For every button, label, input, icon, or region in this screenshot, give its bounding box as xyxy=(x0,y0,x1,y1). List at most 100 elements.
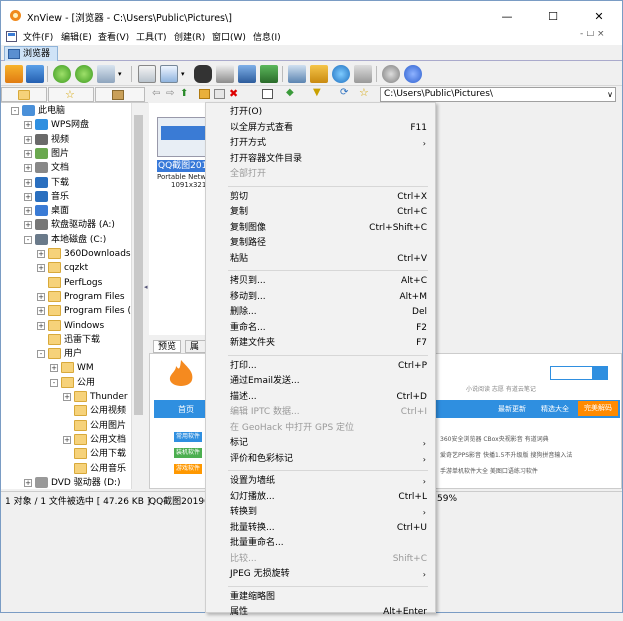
capture-icon[interactable] xyxy=(260,65,278,83)
expand-node-icon[interactable]: + xyxy=(24,135,32,144)
context-menu-item[interactable]: 标记 › xyxy=(206,436,435,452)
expand-node-icon[interactable]: + xyxy=(24,192,32,201)
context-menu-item[interactable]: 描述... Ctrl+D xyxy=(206,390,435,406)
tree-item[interactable]: + 图片 xyxy=(1,147,143,161)
thumbnail-image[interactable] xyxy=(157,117,207,157)
context-menu-item[interactable]: 复制 Ctrl+C xyxy=(206,205,435,221)
tree-item[interactable]: + 文档 xyxy=(1,161,143,175)
new-folder-icon[interactable] xyxy=(199,89,210,99)
web-icon[interactable] xyxy=(332,65,350,83)
context-menu-item[interactable]: 拷贝到... Alt+C xyxy=(206,274,435,290)
menu-edit[interactable]: 编辑(E) xyxy=(61,30,92,43)
tree-item[interactable]: 公用音乐 xyxy=(1,462,143,476)
context-menu-item[interactable]: 重建缩略图 xyxy=(206,590,435,606)
tree-item[interactable]: + 视频 xyxy=(1,133,143,147)
context-menu-item[interactable]: 批量转换... Ctrl+U xyxy=(206,521,435,537)
collapse-node-icon[interactable]: - xyxy=(24,235,32,244)
tree-item[interactable]: PerfLogs xyxy=(1,276,143,290)
tree-item[interactable]: + WM xyxy=(1,361,143,375)
slideshow-dropdown-icon[interactable]: ▾ xyxy=(118,70,122,78)
minimize-button-2[interactable]: — xyxy=(484,1,530,31)
context-menu-item[interactable]: 移动到... Alt+M xyxy=(206,290,435,306)
scrollbar-thumb[interactable] xyxy=(134,115,143,415)
expand-node-icon[interactable]: + xyxy=(37,250,45,258)
tree-item[interactable]: + DVD 驱动器 (D:) xyxy=(1,476,143,489)
context-menu-item[interactable]: 新建文件夹 F7 xyxy=(206,336,435,352)
sort-icon[interactable]: ◆ xyxy=(286,87,294,98)
info-icon[interactable] xyxy=(404,65,422,83)
context-menu-item[interactable]: 通过Email发送... xyxy=(206,374,435,390)
address-dropdown-icon[interactable]: ∨ xyxy=(607,88,613,101)
context-menu-item[interactable]: JPEG 无损旋转 › xyxy=(206,567,435,583)
expand-node-icon[interactable]: + xyxy=(24,149,32,158)
expand-node-icon[interactable]: + xyxy=(24,121,32,130)
context-menu-item[interactable]: 复制路径 xyxy=(206,236,435,252)
context-menu-item[interactable]: 打开方式 › xyxy=(206,136,435,152)
folders-tab[interactable] xyxy=(1,87,47,102)
up-arrow-icon[interactable]: ⬆ xyxy=(180,88,188,99)
tree-item[interactable]: + 桌面 xyxy=(1,204,143,218)
reload-icon[interactable] xyxy=(75,65,93,83)
forward-arrow-icon[interactable]: ⇨ xyxy=(166,88,174,99)
tree-item[interactable]: + WPS网盘 xyxy=(1,118,143,132)
delete-icon[interactable]: ✖ xyxy=(229,87,238,100)
expand-node-icon[interactable]: + xyxy=(24,221,32,230)
tab-browser[interactable]: 浏览器 xyxy=(4,46,58,61)
browser-icon[interactable] xyxy=(5,65,23,83)
tree-item[interactable]: + 音乐 xyxy=(1,190,143,204)
view-mode-icon[interactable] xyxy=(262,89,273,99)
edit-icon[interactable] xyxy=(214,89,225,99)
favorites-tab[interactable]: ☆ xyxy=(48,87,94,102)
move-icon[interactable] xyxy=(160,65,178,83)
menu-tools[interactable]: 工具(T) xyxy=(136,30,167,43)
favorite-star-icon[interactable]: ☆ xyxy=(359,86,369,99)
tree-item[interactable]: + Thunder N xyxy=(1,390,143,404)
context-menu-item[interactable]: 评价和色彩标记 › xyxy=(206,452,435,468)
fullscreen-icon[interactable] xyxy=(26,65,44,83)
context-menu-item[interactable]: 幻灯播放... Ctrl+L xyxy=(206,490,435,506)
expand-node-icon[interactable]: + xyxy=(63,393,71,401)
collapse-node-icon[interactable]: - xyxy=(37,350,45,359)
tree-item[interactable]: + Windows xyxy=(1,319,143,333)
tree-item[interactable]: + cqzkt xyxy=(1,261,143,275)
back-arrow-icon[interactable]: ⇦ xyxy=(152,88,160,99)
context-menu-item[interactable]: 剪切 Ctrl+X xyxy=(206,190,435,206)
context-menu-item[interactable]: 转换到 › xyxy=(206,505,435,521)
filter-icon[interactable]: ▼ xyxy=(313,87,321,98)
tree-item[interactable]: + 下载 xyxy=(1,176,143,190)
categories-tab[interactable] xyxy=(95,87,145,102)
context-menu-item[interactable]: 打印... Ctrl+P xyxy=(206,359,435,375)
expand-node-icon[interactable]: + xyxy=(24,178,32,187)
tree-item[interactable]: - 公用 xyxy=(1,376,143,390)
menu-create[interactable]: 创建(R) xyxy=(174,30,205,43)
close-button[interactable]: ✕ xyxy=(576,1,622,31)
menu-info[interactable]: 信息(I) xyxy=(253,30,281,43)
slideshow-icon[interactable] xyxy=(97,65,115,83)
settings-gear-icon[interactable] xyxy=(382,65,400,83)
tree-item[interactable]: + Program Files (x8 xyxy=(1,304,143,318)
context-menu-item[interactable]: 以全屏方式查看 F11 xyxy=(206,121,435,137)
expand-node-icon[interactable]: + xyxy=(37,321,45,330)
context-menu-item[interactable]: 打开容器文件目录 xyxy=(206,152,435,168)
tree-item[interactable]: - 此电脑 xyxy=(1,104,143,118)
expand-node-icon[interactable]: + xyxy=(37,307,45,316)
context-menu-item[interactable]: 复制图像 Ctrl+Shift+C xyxy=(206,221,435,237)
tree-item[interactable]: + Program Files xyxy=(1,290,143,304)
print-icon[interactable] xyxy=(216,65,234,83)
context-menu-item[interactable]: 设置为墙纸 › xyxy=(206,474,435,490)
collapse-node-icon[interactable]: - xyxy=(11,107,19,115)
move-dropdown-icon[interactable]: ▾ xyxy=(181,70,185,78)
menu-view[interactable]: 查看(V) xyxy=(98,30,129,43)
context-menu-item[interactable]: 批量重命名... xyxy=(206,536,435,552)
maximize-button-2[interactable]: ☐ xyxy=(530,1,576,31)
tree-item[interactable]: 迅雷下载 xyxy=(1,333,143,347)
app-menu-icon[interactable] xyxy=(6,31,17,42)
grid-icon[interactable] xyxy=(354,65,372,83)
tree-item[interactable]: 公用图片 xyxy=(1,419,143,433)
copy-icon[interactable] xyxy=(138,65,156,83)
tree-item[interactable]: 公用视频 xyxy=(1,404,143,418)
context-menu-item[interactable]: 删除... Del xyxy=(206,305,435,321)
tree-item[interactable]: 公用下载 xyxy=(1,447,143,461)
tab-preview[interactable]: 预览 xyxy=(153,340,182,353)
sync-icon[interactable]: ⟳ xyxy=(340,87,348,98)
